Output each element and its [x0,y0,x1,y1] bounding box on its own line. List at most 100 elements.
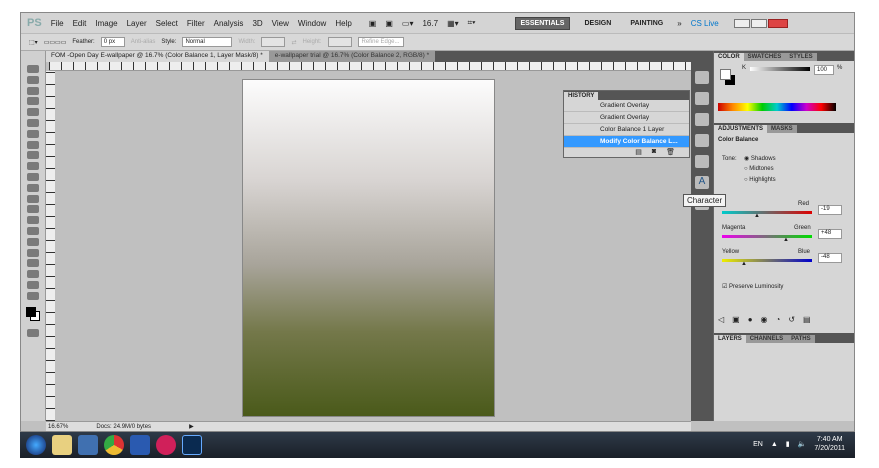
antialias-checkbox[interactable]: Anti-alias [131,39,156,45]
path-select-tool-icon[interactable] [27,237,39,246]
language-indicator[interactable]: EN [753,441,763,448]
marquee-tool-icon[interactable] [27,75,39,84]
menu-image[interactable]: Image [95,19,117,28]
mini-bridge-icon[interactable]: ▣ [385,19,393,28]
document-canvas[interactable] [242,79,495,417]
tab-masks[interactable]: MASKS [767,125,797,133]
photoshop-icon[interactable] [182,435,202,455]
history-tab[interactable]: HISTORY [564,92,599,100]
histogram-icon[interactable] [695,134,709,147]
marquee-tool-icon[interactable]: ⬚▾ [29,39,38,46]
k-value-input[interactable]: 100 [814,65,834,75]
new-document-icon[interactable]: ▤ [635,148,642,156]
yellow-blue-value[interactable]: -48 [818,253,842,263]
menu-filter[interactable]: Filter [187,19,205,28]
quick-select-tool-icon[interactable] [27,97,39,106]
more-workspaces[interactable]: » [677,19,681,28]
show-hidden-icons[interactable]: ▲ [771,441,778,448]
eyedropper-tool-icon[interactable] [27,118,39,127]
workspace-painting[interactable]: PAINTING [625,18,668,29]
menu-3d[interactable]: 3D [252,19,262,28]
adjustment-footer-icons[interactable]: ◁▣●◉◔↺▤ [718,315,819,324]
nero-icon[interactable] [156,435,176,455]
history-brush-tool-icon[interactable] [27,162,39,171]
tab-channels[interactable]: CHANNELS [745,335,788,343]
brush-tool-icon[interactable] [27,140,39,149]
selection-mode-icons[interactable]: ▭▭▭▭ [44,39,67,46]
status-menu-arrow[interactable]: ▶ [189,423,194,430]
magenta-green-slider[interactable] [722,235,812,238]
arrange-icon[interactable]: ▦▾ [447,19,459,28]
history-icon[interactable] [695,92,709,105]
lasso-tool-icon[interactable] [27,86,39,95]
foreground-color[interactable] [720,69,731,80]
blur-tool-icon[interactable] [27,194,39,203]
tab-wallpaper-trial[interactable]: e-wallpaper trial @ 16.7% (Color Balance… [268,51,436,62]
menu-edit[interactable]: Edit [73,19,87,28]
zoom-tool-icon[interactable] [27,291,39,300]
crop-tool-icon[interactable] [27,108,39,117]
yellow-blue-thumb[interactable]: ▲ [741,261,747,267]
brushes-icon[interactable] [695,113,709,126]
snapshot-icon[interactable]: ◙ [652,148,656,156]
quick-mask-icon[interactable] [27,329,39,338]
eraser-tool-icon[interactable] [27,172,39,181]
workspace-essentials[interactable]: ESSENTIALS [514,16,571,30]
preserve-luminosity-checkbox[interactable]: ☑ Preserve Luminosity [722,283,783,290]
radio-highlights[interactable]: ○ Highlights [744,177,776,183]
3d-camera-tool-icon[interactable] [27,270,39,279]
close-button[interactable] [767,18,788,28]
shape-tool-icon[interactable] [27,248,39,257]
yellow-blue-slider[interactable] [722,259,812,262]
k-slider[interactable] [750,67,810,71]
volume-icon[interactable]: 🔈 [798,440,807,448]
pen-tool-icon[interactable] [27,216,39,225]
chrome-icon[interactable] [104,435,124,455]
menu-select[interactable]: Select [156,19,178,28]
menu-view[interactable]: View [272,19,289,28]
workspace-design[interactable]: DESIGN [579,18,616,29]
network-icon[interactable]: ▮ [786,440,790,448]
word-icon[interactable] [130,435,150,455]
tab-layers[interactable]: LAYERS [714,335,746,343]
character-icon[interactable]: A [695,176,709,189]
feather-input[interactable]: 0 px [100,37,125,47]
color-swatches[interactable] [26,306,40,321]
tab-swatches[interactable]: SWATCHES [743,53,786,61]
menu-analysis[interactable]: Analysis [214,19,244,28]
menu-help[interactable]: Help [335,19,351,28]
zoom-select[interactable]: 16.7 [422,19,438,28]
dodge-tool-icon[interactable] [27,205,39,214]
tab-paths[interactable]: PATHS [787,335,815,343]
history-item[interactable]: Gradient Overlay [564,112,689,124]
info-icon[interactable] [695,155,709,168]
gradient-tool-icon[interactable] [27,183,39,192]
cyan-red-thumb[interactable]: ▲ [754,213,760,219]
bridge-icon[interactable]: ▣ [369,19,377,28]
move-tool-icon[interactable] [27,65,39,73]
stamp-tool-icon[interactable] [27,151,39,160]
healing-tool-icon[interactable] [27,129,39,138]
history-item-selected[interactable]: Modify Color Balance L... [564,136,689,148]
menu-window[interactable]: Window [298,19,326,28]
tab-fom-wallpaper[interactable]: FOM -Open Day E-wallpaper @ 16.7% (Color… [45,51,269,62]
history-item[interactable]: Color Balance 1 Layer [564,124,689,136]
cyan-red-slider[interactable] [722,211,812,214]
menu-file[interactable]: File [51,19,64,28]
refine-edge-button[interactable]: Refine Edge... [357,37,404,47]
magenta-green-thumb[interactable]: ▲ [783,237,789,243]
tab-adjustments[interactable]: ADJUSTMENTS [714,125,768,133]
menu-layer[interactable]: Layer [127,19,147,28]
type-tool-icon[interactable] [27,226,39,235]
swap-icon[interactable]: ⇄ [291,39,296,46]
extras-icon[interactable]: ⌗▾ [468,18,476,28]
navigator-icon[interactable] [695,71,709,84]
restore-button[interactable] [750,18,767,28]
tab-color[interactable]: COLOR [714,53,744,61]
explorer-icon[interactable] [52,435,72,455]
minimize-button[interactable] [733,18,750,28]
trash-icon[interactable]: 🗑 [666,148,675,156]
history-item[interactable]: Gradient Overlay [564,100,689,112]
screen-mode-icon[interactable]: ▭▾ [402,19,414,28]
radio-shadows[interactable]: ◉ Shadows [744,155,776,162]
